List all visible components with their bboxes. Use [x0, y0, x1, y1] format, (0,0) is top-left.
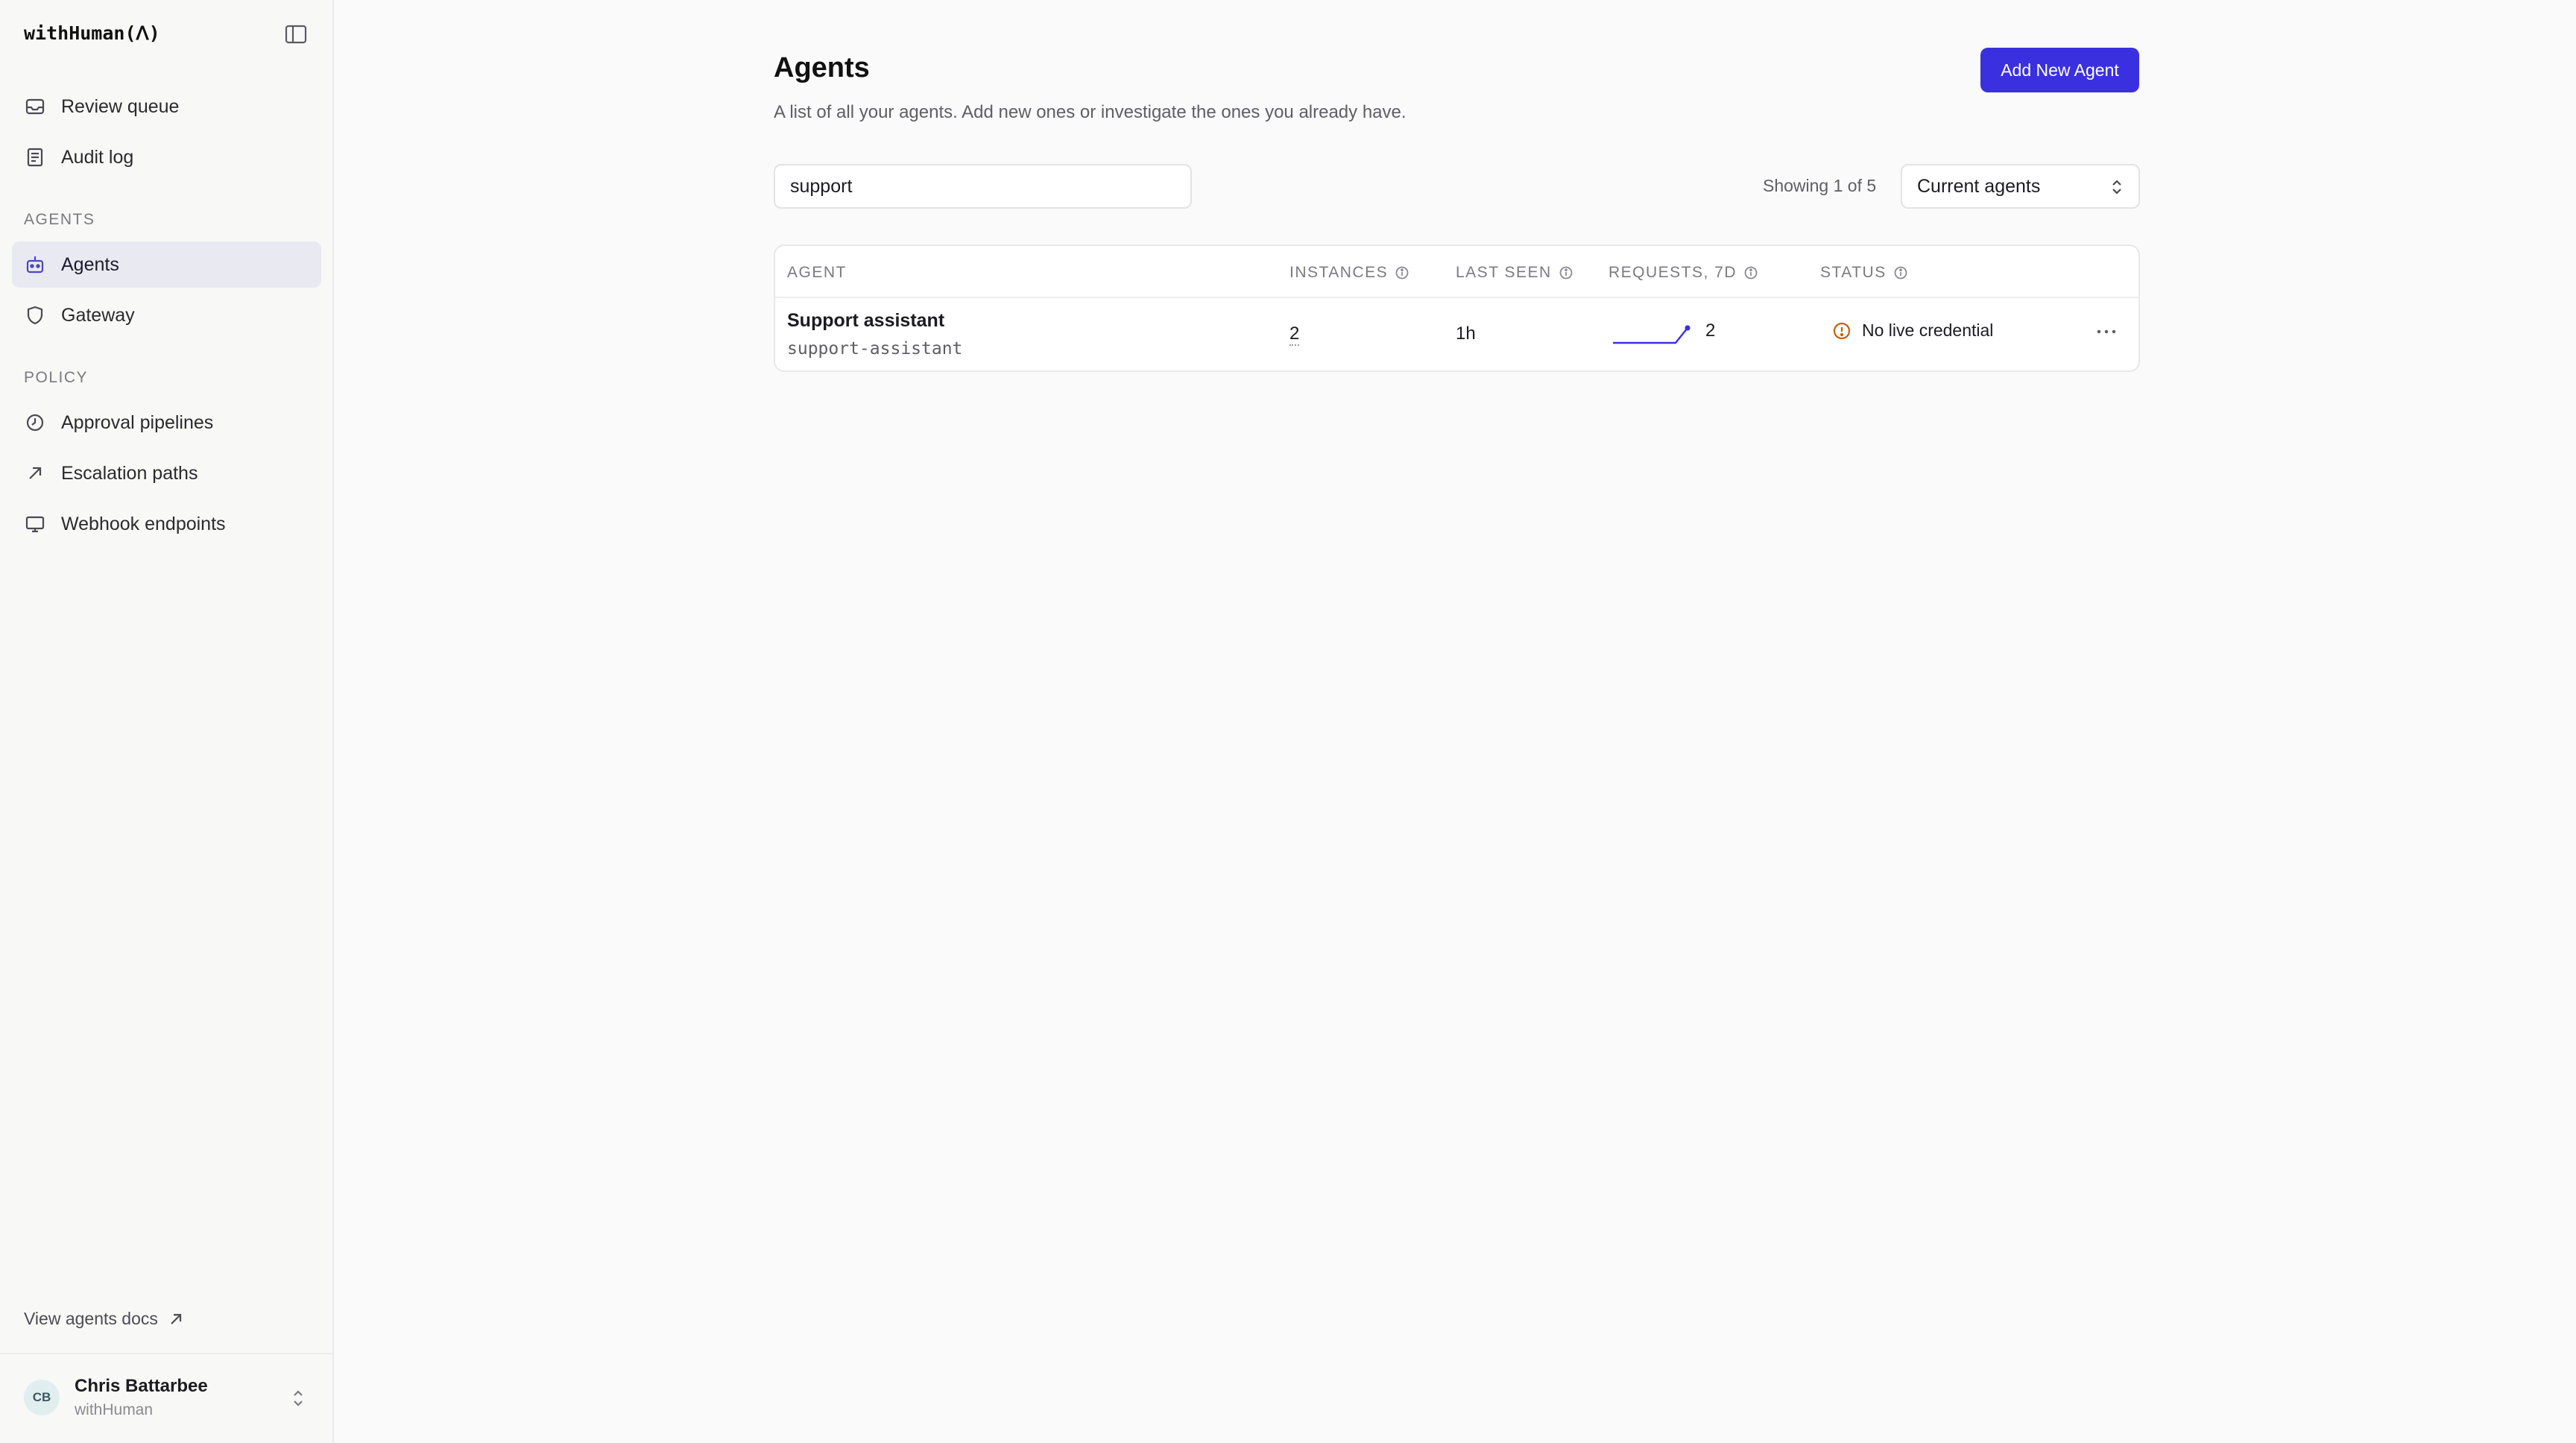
sidebar-item-audit-log[interactable]: Audit log — [12, 134, 321, 180]
info-icon[interactable] — [1559, 265, 1573, 280]
column-header-status: STATUS — [1820, 264, 1908, 282]
view-docs-link[interactable]: View agents docs — [24, 1309, 185, 1329]
document-icon — [27, 148, 43, 167]
arrow-up-right-icon — [29, 467, 42, 479]
sidebar-item-label: Escalation paths — [61, 462, 198, 484]
requests-sparkline — [1613, 325, 1690, 344]
chevron-up-down-icon — [2112, 180, 2121, 195]
column-header-label: LAST SEEN — [1456, 264, 1552, 281]
monitor-icon — [25, 516, 45, 533]
inbox-icon — [25, 98, 45, 115]
user-divider — [0, 1353, 332, 1354]
brand-logo: withHuman(ᐱ) — [24, 22, 160, 44]
search-input[interactable] — [774, 164, 1192, 209]
shield-icon — [27, 306, 43, 325]
section-label-policy: POLICY — [24, 369, 89, 386]
sidebar: withHuman(ᐱ) Review queue Audit log AGEN… — [0, 0, 334, 1443]
sidebar-item-label: Review queue — [61, 95, 180, 117]
more-horizontal-icon — [2097, 329, 2116, 334]
clock-icon — [26, 414, 44, 432]
add-new-agent-button[interactable]: Add New Agent — [1980, 48, 2139, 92]
info-icon[interactable] — [1893, 265, 1908, 280]
row-actions-button[interactable] — [2094, 321, 2118, 343]
status-badge: No live credential — [1832, 321, 1993, 341]
sidebar-item-review-queue[interactable]: Review queue — [12, 83, 321, 130]
sidebar-item-approval-pipelines[interactable]: Approval pipelines — [12, 400, 321, 446]
user-menu-button[interactable] — [289, 1388, 307, 1409]
warning-icon — [1833, 322, 1851, 339]
page-subtitle: A list of all your agents. Add new ones … — [774, 102, 1407, 122]
table-header: AGENT INSTANCES LAST SEEN REQUESTS, 7D S… — [775, 246, 2138, 298]
sidebar-item-escalation-paths[interactable]: Escalation paths — [12, 450, 321, 496]
agents-table: AGENT INSTANCES LAST SEEN REQUESTS, 7D S… — [774, 244, 2140, 372]
column-header-last-seen: LAST SEEN — [1456, 264, 1573, 282]
instances-count[interactable]: 2 — [1289, 323, 1300, 346]
chevron-up-down-icon — [294, 1390, 303, 1406]
user-name: Chris Battarbee — [75, 1376, 208, 1396]
sidebar-toggle-button[interactable] — [284, 24, 308, 45]
column-header-agent: AGENT — [787, 264, 847, 282]
section-label-agents: AGENTS — [24, 211, 95, 228]
column-header-label: STATUS — [1820, 264, 1887, 281]
sidebar-item-gateway[interactable]: Gateway — [12, 292, 321, 338]
sidebar-item-agents[interactable]: Agents — [12, 241, 321, 288]
column-header-label: REQUESTS, 7D — [1609, 264, 1737, 281]
column-header-instances: INSTANCES — [1289, 264, 1409, 282]
info-icon[interactable] — [1743, 265, 1758, 280]
requests-value: 2 — [1705, 321, 1716, 341]
docs-link-label: View agents docs — [24, 1309, 158, 1328]
result-count: Showing 1 of 5 — [1763, 176, 1877, 195]
agent-filter-select[interactable]: Current agents — [1901, 164, 2140, 209]
last-seen-value: 1h — [1456, 323, 1476, 344]
sidebar-item-webhook-endpoints[interactable]: Webhook endpoints — [12, 501, 321, 547]
user-org: withHuman — [75, 1401, 154, 1418]
sidebar-item-label: Approval pipelines — [61, 411, 214, 433]
avatar: CB — [24, 1380, 60, 1415]
status-label: No live credential — [1862, 321, 1994, 340]
external-link-icon — [171, 1313, 181, 1324]
agent-slug: support-assistant — [787, 339, 963, 359]
sidebar-item-label: Agents — [61, 253, 119, 275]
sidebar-item-label: Audit log — [61, 146, 134, 168]
sidebar-item-label: Webhook endpoints — [61, 513, 226, 534]
robot-icon — [26, 256, 44, 274]
column-header-label: AGENT — [787, 264, 847, 281]
sidebar-toggle-icon — [285, 25, 307, 44]
agent-name[interactable]: Support assistant — [787, 310, 944, 332]
agent-filter-value: Current agents — [1917, 175, 2041, 197]
info-icon[interactable] — [1395, 265, 1409, 280]
page-title: Agents — [774, 52, 870, 83]
sidebar-item-label: Gateway — [61, 304, 135, 326]
column-header-label: INSTANCES — [1289, 264, 1389, 281]
column-header-requests: REQUESTS, 7D — [1609, 264, 1758, 282]
